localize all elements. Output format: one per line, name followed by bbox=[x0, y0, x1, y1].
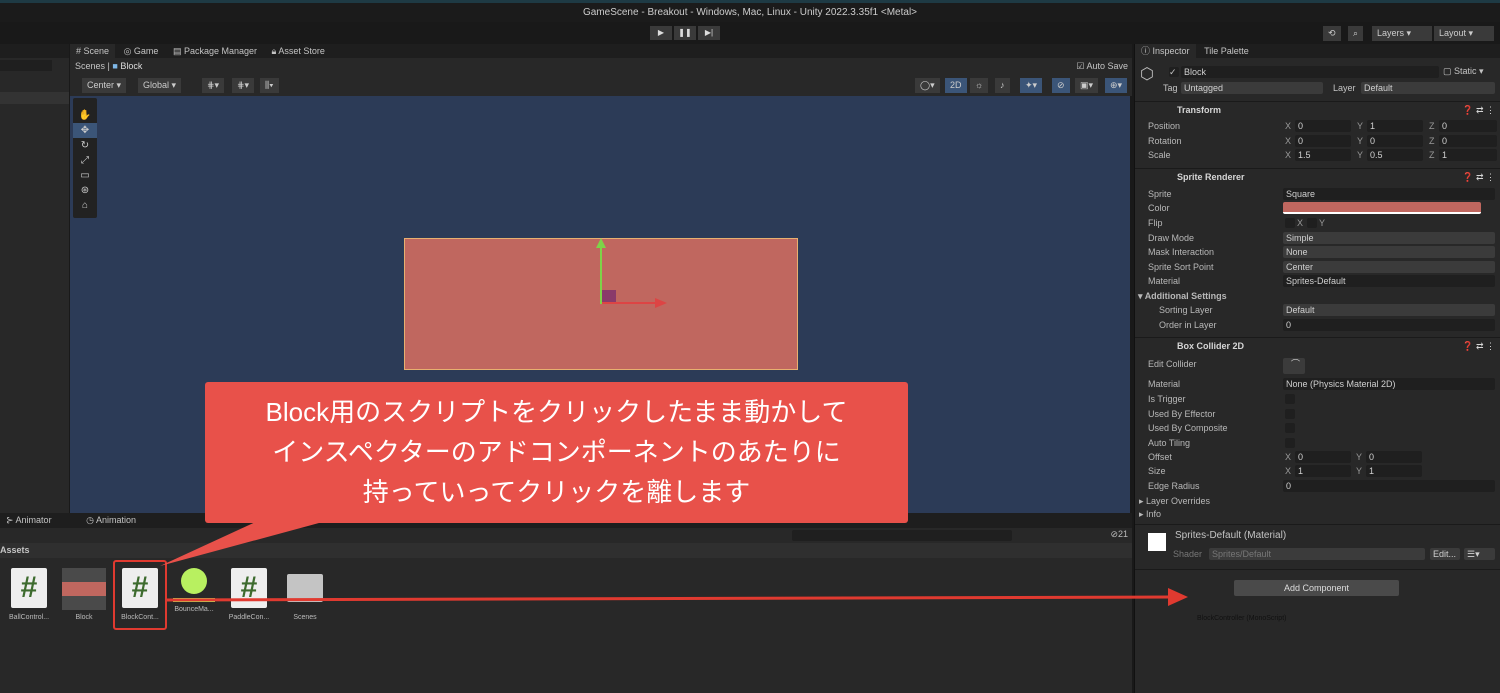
drag-arrow-line bbox=[164, 595, 1171, 602]
callout-tail bbox=[160, 520, 330, 566]
drag-arrow-head-icon bbox=[1168, 588, 1188, 606]
annotation-overlay bbox=[160, 520, 1188, 606]
callout-line: 持っていってクリックを離します bbox=[362, 477, 751, 507]
callout-line: Block用のスクリプトをクリックしたまま動かして bbox=[265, 397, 848, 427]
callout-line: インスペクターのアドコンポーネントのあたりに bbox=[272, 437, 841, 467]
instruction-callout: Block用のスクリプトをクリックしたまま動かして インスペクターのアドコンポー… bbox=[205, 382, 908, 523]
